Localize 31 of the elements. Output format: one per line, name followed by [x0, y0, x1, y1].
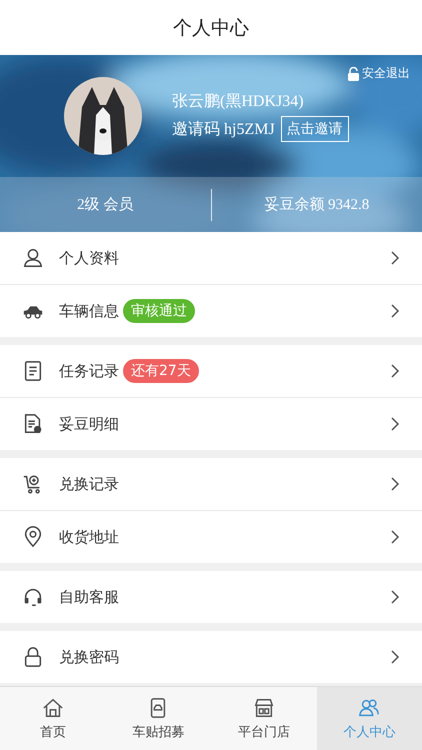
chevron-right-icon: [390, 590, 400, 604]
tab-item[interactable]: 首页: [0, 687, 106, 750]
tab-item[interactable]: 平台门店: [211, 687, 316, 750]
headset-icon: [22, 586, 44, 608]
document-icon: [22, 360, 44, 382]
status-badge: 审核通过: [123, 299, 195, 323]
menu-item[interactable]: 兑换记录: [0, 458, 422, 510]
store-icon: [252, 696, 275, 718]
page-title: 个人中心: [173, 16, 249, 40]
menu-item[interactable]: 兑换密码: [0, 631, 422, 683]
menu-item[interactable]: 个人资料: [0, 232, 422, 284]
status-badge: 还有27天: [123, 359, 199, 383]
people-icon: [358, 696, 380, 718]
chevron-right-icon: [390, 417, 400, 431]
menu-item[interactable]: 车辆信息 审核通过: [0, 284, 422, 337]
menu-item[interactable]: 妥豆明细: [0, 397, 422, 450]
chevron-right-icon: [390, 477, 400, 491]
chevron-right-icon: [390, 650, 400, 664]
chevron-right-icon: [390, 304, 400, 318]
person-icon: [22, 247, 44, 269]
location-pin-icon: [22, 526, 44, 548]
home-icon: [42, 696, 64, 718]
lock-icon: [22, 646, 44, 668]
menu-item[interactable]: 自助客服: [0, 571, 422, 623]
document-icon: [22, 413, 44, 435]
chevron-right-icon: [390, 530, 400, 544]
chevron-right-icon: [390, 364, 400, 378]
tab-item[interactable]: 车贴招募: [106, 687, 211, 750]
menu-item[interactable]: 收货地址: [0, 510, 422, 563]
chevron-right-icon: [390, 251, 400, 265]
menu-item[interactable]: 任务记录 还有27天: [0, 345, 422, 397]
